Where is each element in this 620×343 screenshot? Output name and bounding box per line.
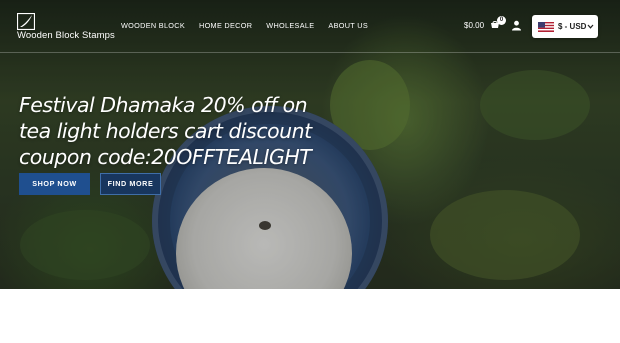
cart-total[interactable]: $0.00 [464, 20, 484, 32]
brand-logo[interactable]: Wooden Block Stamps [17, 13, 115, 43]
currency-selector[interactable]: $ - USD [532, 15, 598, 38]
hero-headline: Festival Dhamaka 20% off on tea light ho… [19, 93, 312, 169]
chevron-down-icon [587, 24, 594, 29]
nav-item-wholesale[interactable]: WHOLESALE [266, 20, 314, 32]
brand-name: Wooden Block Stamps [17, 30, 115, 41]
cart-count-badge: 0 [497, 16, 506, 25]
us-flag-icon [538, 22, 554, 32]
find-more-button[interactable]: FIND MORE [100, 173, 161, 195]
shop-now-button[interactable]: SHOP NOW [19, 173, 90, 195]
main-nav: WOODEN BLOCK HOME DECOR WHOLESALE ABOUT … [121, 20, 368, 32]
nav-item-wooden-block[interactable]: WOODEN BLOCK [121, 20, 185, 32]
currency-label: $ - USD [558, 22, 587, 31]
logo-mark-icon [17, 13, 35, 30]
account-icon[interactable] [511, 20, 522, 31]
nav-item-home-decor[interactable]: HOME DECOR [199, 20, 252, 32]
nav-item-about-us[interactable]: ABOUT US [328, 20, 368, 32]
page-content-area [0, 289, 620, 343]
site-header: Wooden Block Stamps WOODEN BLOCK HOME DE… [0, 0, 620, 53]
